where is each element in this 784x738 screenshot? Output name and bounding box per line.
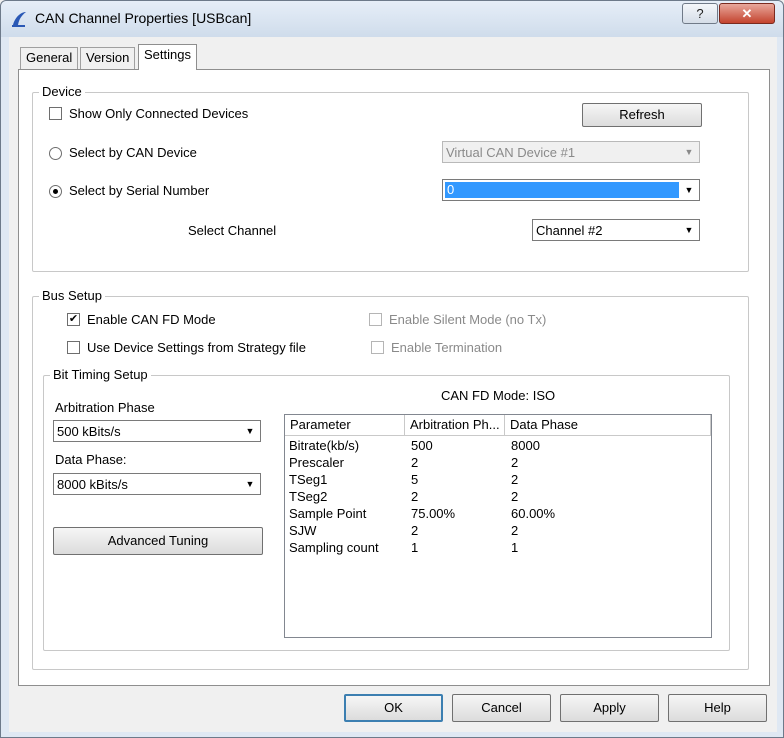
chevron-down-icon: ▼ bbox=[245, 479, 255, 489]
table-row[interactable]: TSeg2 2 2 bbox=[285, 488, 711, 505]
device-legend: Device bbox=[39, 84, 85, 99]
use-device-settings-label: Use Device Settings from Strategy file bbox=[87, 340, 306, 355]
parameter-cell: TSeg2 bbox=[289, 489, 328, 504]
data-bitrate-combo[interactable]: 8000 kBits/s ▼ bbox=[53, 473, 261, 495]
serial-number-combo[interactable]: 0 ▼ bbox=[442, 179, 700, 201]
enable-termination-label: Enable Termination bbox=[391, 340, 503, 355]
help-title-button[interactable]: ? bbox=[682, 3, 718, 24]
close-icon: ✕ bbox=[741, 6, 753, 21]
arbitration-cell: 1 bbox=[411, 540, 419, 555]
parameter-cell: Sampling count bbox=[289, 540, 379, 555]
select-by-can-device-label: Select by CAN Device bbox=[69, 145, 197, 160]
tab-settings-label: Settings bbox=[144, 47, 191, 62]
data-phase-cell: 1 bbox=[511, 540, 519, 555]
parameter-cell: Prescaler bbox=[289, 455, 344, 470]
table-row[interactable]: Prescaler 2 2 bbox=[285, 454, 711, 471]
dialog-client: General Version Settings Device Show Onl… bbox=[9, 37, 777, 732]
tab-general-label: General bbox=[26, 50, 73, 65]
checkmark-icon: ✔ bbox=[68, 313, 79, 325]
title-bar[interactable]: CAN Channel Properties [USBcan] ? ✕ bbox=[1, 1, 783, 37]
enable-silent-label: Enable Silent Mode (no Tx) bbox=[389, 312, 547, 327]
help-button[interactable]: Help bbox=[668, 694, 767, 722]
can-device-combo[interactable]: Virtual CAN Device #1 ▼ bbox=[442, 141, 700, 163]
settings-panel: Device Show Only Connected Devices Refre… bbox=[18, 69, 770, 686]
parameter-cell: SJW bbox=[289, 523, 317, 538]
arbitration-phase-label: Arbitration Phase bbox=[55, 400, 155, 415]
window-title: CAN Channel Properties [USBcan] bbox=[35, 10, 252, 26]
advanced-tuning-button[interactable]: Advanced Tuning bbox=[53, 527, 263, 555]
table-header: Parameter Arbitration Ph... Data Phase bbox=[285, 415, 711, 436]
table-row[interactable]: TSeg1 5 2 bbox=[285, 471, 711, 488]
tab-version[interactable]: Version bbox=[80, 47, 136, 69]
arbitration-cell: 75.00% bbox=[411, 506, 456, 521]
enable-termination-checkbox[interactable] bbox=[371, 341, 384, 354]
refresh-button[interactable]: Refresh bbox=[582, 103, 702, 127]
table-row[interactable]: Sampling count 1 1 bbox=[285, 539, 711, 556]
channel-combo[interactable]: Channel #2 ▼ bbox=[532, 219, 700, 241]
can-device-value: Virtual CAN Device #1 bbox=[446, 145, 576, 160]
chevron-down-icon: ▼ bbox=[684, 185, 694, 195]
column-header-parameter[interactable]: Parameter bbox=[285, 415, 405, 435]
radio-dot bbox=[53, 189, 58, 194]
data-phase-cell: 8000 bbox=[511, 438, 540, 453]
select-channel-label: Select Channel bbox=[188, 223, 277, 238]
cancel-button[interactable]: Cancel bbox=[452, 694, 551, 722]
ok-button[interactable]: OK bbox=[344, 694, 443, 722]
help-icon: ? bbox=[696, 6, 704, 21]
bit-timing-group: Bit Timing Setup Arbitration Phase 500 k… bbox=[43, 367, 730, 651]
table-row[interactable]: SJW 2 2 bbox=[285, 522, 711, 539]
tab-settings[interactable]: Settings bbox=[138, 44, 197, 70]
can-fd-mode-label: CAN FD Mode: ISO bbox=[441, 388, 556, 403]
data-phase-cell: 2 bbox=[511, 523, 519, 538]
arbitration-cell: 2 bbox=[411, 455, 419, 470]
show-connected-label: Show Only Connected Devices bbox=[69, 106, 249, 121]
column-header-data-phase[interactable]: Data Phase bbox=[505, 415, 711, 435]
table-row[interactable]: Bitrate(kb/s) 500 8000 bbox=[285, 437, 711, 454]
enable-can-fd-checkbox[interactable]: ✔ bbox=[67, 313, 80, 326]
arbitration-cell: 500 bbox=[411, 438, 433, 453]
parameter-cell: Bitrate(kb/s) bbox=[289, 438, 360, 453]
show-connected-checkbox[interactable] bbox=[49, 107, 62, 120]
select-by-serial-label: Select by Serial Number bbox=[69, 183, 210, 198]
chevron-down-icon: ▼ bbox=[245, 426, 255, 436]
select-by-can-device-radio[interactable] bbox=[49, 147, 62, 160]
tab-version-label: Version bbox=[86, 50, 130, 65]
parameter-cell: Sample Point bbox=[289, 506, 367, 521]
tab-general[interactable]: General bbox=[20, 47, 79, 69]
bit-timing-table[interactable]: Parameter Arbitration Ph... Data Phase B… bbox=[284, 414, 712, 638]
data-phase-cell: 2 bbox=[511, 472, 519, 487]
apply-button[interactable]: Apply bbox=[560, 694, 659, 722]
chevron-down-icon: ▼ bbox=[684, 147, 694, 157]
device-group: Device Show Only Connected Devices Refre… bbox=[32, 84, 749, 272]
select-by-serial-radio[interactable] bbox=[49, 185, 62, 198]
arbitration-cell: 5 bbox=[411, 472, 419, 487]
bit-timing-legend: Bit Timing Setup bbox=[50, 367, 151, 382]
channel-value: Channel #2 bbox=[536, 223, 603, 238]
arbitration-cell: 2 bbox=[411, 489, 419, 504]
enable-can-fd-label: Enable CAN FD Mode bbox=[87, 312, 216, 327]
use-device-settings-checkbox[interactable] bbox=[67, 341, 80, 354]
data-phase-label: Data Phase: bbox=[55, 452, 127, 467]
bus-setup-group: Bus Setup ✔ Enable CAN FD Mode Enable Si… bbox=[32, 288, 749, 670]
data-phase-cell: 60.00% bbox=[511, 506, 556, 521]
column-header-arbitration[interactable]: Arbitration Ph... bbox=[405, 415, 505, 435]
bus-setup-legend: Bus Setup bbox=[39, 288, 105, 303]
table-row[interactable]: Sample Point 75.00% 60.00% bbox=[285, 505, 711, 522]
app-logo-icon bbox=[12, 12, 26, 27]
data-phase-cell: 2 bbox=[511, 455, 519, 470]
parameter-cell: TSeg1 bbox=[289, 472, 328, 487]
arbitration-bitrate-value: 500 kBits/s bbox=[57, 424, 121, 439]
arbitration-cell: 2 bbox=[411, 523, 419, 538]
close-button[interactable]: ✕ bbox=[719, 3, 775, 24]
data-phase-cell: 2 bbox=[511, 489, 519, 504]
data-bitrate-value: 8000 kBits/s bbox=[57, 477, 128, 492]
enable-silent-checkbox[interactable] bbox=[369, 313, 382, 326]
arbitration-bitrate-combo[interactable]: 500 kBits/s ▼ bbox=[53, 420, 261, 442]
chevron-down-icon: ▼ bbox=[684, 225, 694, 235]
serial-number-value: 0 bbox=[445, 182, 679, 198]
dialog-window: CAN Channel Properties [USBcan] ? ✕ Gene… bbox=[0, 0, 784, 738]
